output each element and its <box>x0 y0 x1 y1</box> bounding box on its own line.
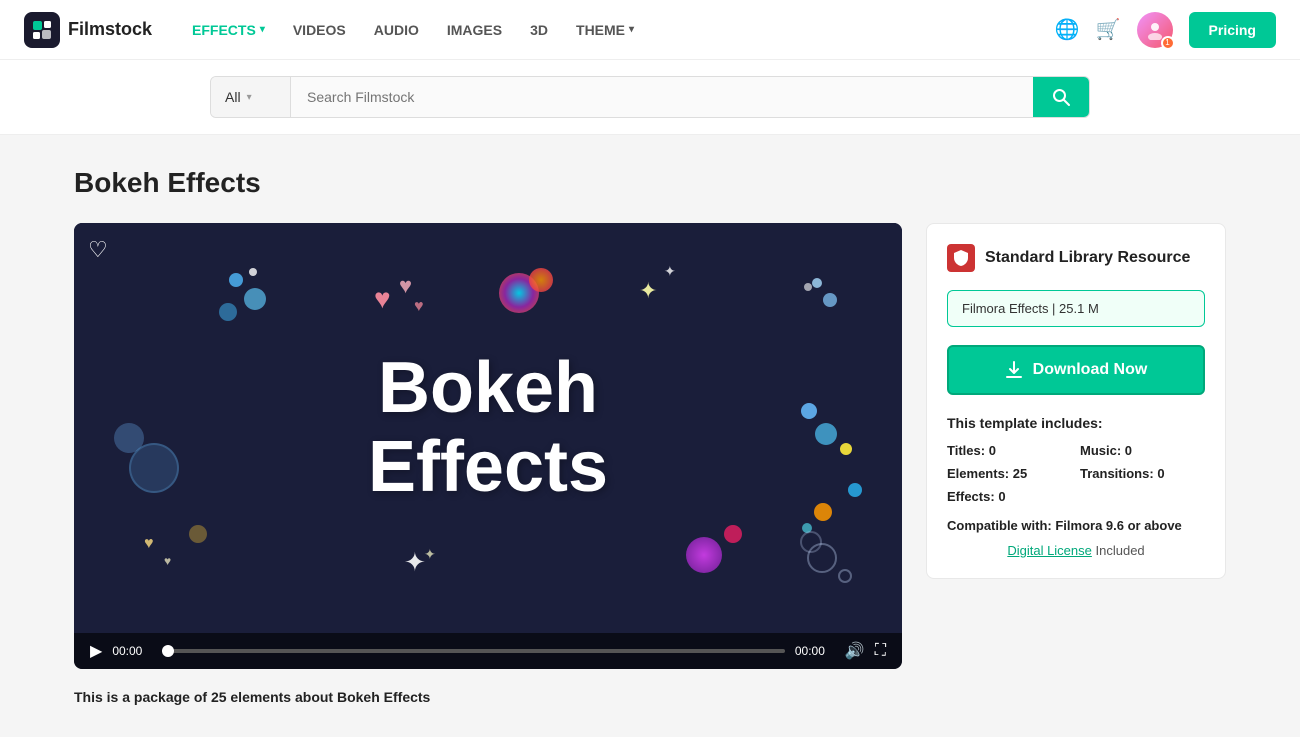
page-title: Bokeh Effects <box>74 167 1226 199</box>
notification-badge: 1 <box>1161 36 1175 50</box>
download-tag: Filmora Effects | 25.1 M <box>947 290 1205 327</box>
music-item: Music: 0 <box>1080 443 1205 458</box>
license-row: Digital License Included <box>947 543 1205 558</box>
brand-name: Filmstock <box>68 19 152 40</box>
description: This is a package of 25 elements about B… <box>74 689 1226 705</box>
progress-thumb <box>162 645 174 657</box>
right-panel: Standard Library Resource Filmora Effect… <box>926 223 1226 579</box>
logo[interactable]: Filmstock <box>24 12 152 48</box>
pricing-button[interactable]: Pricing <box>1189 12 1276 48</box>
play-button[interactable]: ▶ <box>90 641 102 661</box>
search-bar: All ▾ <box>210 76 1090 118</box>
navbar: Filmstock EFFECTS ▾ VIDEOS AUDIO IMAGES … <box>0 0 1300 60</box>
chevron-down-icon: ▾ <box>629 24 634 35</box>
avatar[interactable]: 1 <box>1137 12 1173 48</box>
nav-right: 🌐 🛒 1 Pricing <box>1055 12 1276 48</box>
panel-header: Standard Library Resource <box>947 244 1205 272</box>
heart-decor-3: ♥ <box>414 298 424 316</box>
logo-icon <box>24 12 60 48</box>
main-content: Bokeh Effects ♡ ♥ ♥ ♥ ✦ <box>50 135 1250 737</box>
nav-audio[interactable]: AUDIO <box>374 18 419 42</box>
search-filter-dropdown[interactable]: All ▾ <box>211 77 291 117</box>
elements-item: Elements: 25 <box>947 466 1072 481</box>
search-button[interactable] <box>1033 77 1089 117</box>
heart-decor-4: ♥ <box>144 535 154 553</box>
library-label: Standard Library Resource <box>985 249 1190 267</box>
volume-button[interactable]: 🔊 <box>845 641 865 661</box>
time-total: 00:00 <box>795 644 835 658</box>
compatible-row: Compatible with: Filmora 9.6 or above <box>947 518 1205 533</box>
template-includes-title: This template includes: <box>947 415 1205 431</box>
content-row: ♡ ♥ ♥ ♥ ✦ ✦ <box>74 223 1226 669</box>
sparkle-decor: ✦ <box>404 547 426 578</box>
time-current: 00:00 <box>112 644 152 658</box>
star-decor: ✦ <box>639 278 657 304</box>
digital-license-link[interactable]: Digital License <box>1007 543 1092 558</box>
chevron-down-icon: ▾ <box>247 92 252 103</box>
fullscreen-button[interactable]: ⛶ <box>875 642 886 660</box>
search-input[interactable] <box>291 77 1033 117</box>
star-decor-2: ✦ <box>664 263 676 280</box>
globe-icon[interactable]: 🌐 <box>1055 17 1080 42</box>
progress-bar[interactable] <box>162 649 785 653</box>
video-area: ♡ ♥ ♥ ♥ ✦ ✦ <box>74 223 902 633</box>
nav-theme[interactable]: THEME ▾ <box>576 18 634 42</box>
nav-effects[interactable]: EFFECTS ▾ <box>192 18 265 42</box>
effects-item: Effects: 0 <box>947 489 1072 504</box>
sparkle-decor-2: ✦ <box>424 546 436 563</box>
video-controls: ▶ 00:00 00:00 🔊 ⛶ <box>74 633 902 669</box>
favorite-button[interactable]: ♡ <box>88 237 108 263</box>
heart-decor-5: ♥ <box>164 554 171 568</box>
shield-icon <box>947 244 975 272</box>
transitions-item: Transitions: 0 <box>1080 466 1205 481</box>
heart-decor-2: ♥ <box>399 273 412 299</box>
search-section: All ▾ <box>0 60 1300 135</box>
chevron-down-icon: ▾ <box>260 24 265 35</box>
nav-images[interactable]: IMAGES <box>447 18 502 42</box>
download-now-button[interactable]: Download Now <box>947 345 1205 395</box>
video-title: Bokeh Effects <box>368 349 608 507</box>
titles-item: Titles: 0 <box>947 443 1072 458</box>
cart-icon[interactable]: 🛒 <box>1096 17 1121 42</box>
nav-videos[interactable]: VIDEOS <box>293 18 346 42</box>
video-container: ♡ ♥ ♥ ♥ ✦ ✦ <box>74 223 902 669</box>
nav-3d[interactable]: 3D <box>530 18 548 42</box>
heart-decor: ♥ <box>374 283 391 315</box>
template-grid: Titles: 0 Music: 0 Elements: 25 Transiti… <box>947 443 1205 504</box>
